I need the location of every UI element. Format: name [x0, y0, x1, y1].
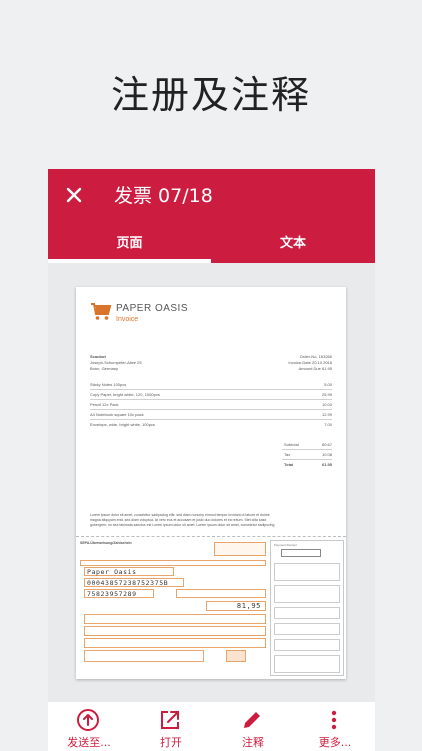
payer-name-field: [84, 638, 266, 648]
divider: [90, 419, 332, 420]
receipt-field: [274, 563, 340, 581]
divider: [282, 459, 332, 460]
total-label: Total: [284, 462, 294, 467]
document-title: 发票 07/18: [114, 185, 213, 207]
form-header-row: [80, 560, 266, 566]
reference-field: [84, 614, 266, 624]
reference-field-2: [84, 626, 266, 636]
open-external-icon: [161, 711, 179, 729]
more-vertical-icon: [331, 710, 337, 730]
item-name: Envelope, wide, bright white, 100pcs: [90, 422, 155, 427]
perforation-line: [76, 536, 346, 538]
close-button[interactable]: [62, 183, 86, 207]
iban-field: 00043857238752375B: [84, 578, 184, 587]
receipt-field: [274, 585, 340, 603]
send-to-label: 发送至...: [67, 736, 111, 749]
item-price: 12.99: [321, 412, 332, 417]
subtotal-value: 60.67: [321, 442, 332, 447]
receipt-field: [274, 607, 340, 619]
total-value: 61.95: [321, 462, 332, 467]
close-icon: [66, 187, 82, 203]
payer-iban-field: [84, 650, 204, 662]
tax-label: Tax: [284, 452, 291, 457]
more-label: 更多...: [318, 736, 352, 749]
form-marker: [226, 650, 246, 662]
item-price: 25.99: [321, 392, 332, 397]
customer-city: Bonn, Germany: [90, 366, 119, 371]
receipt-field: [274, 639, 340, 651]
tab-page[interactable]: 页面: [48, 232, 211, 251]
bottom-action-bar: 发送至... 打开 注释 更多...: [48, 702, 375, 751]
receipt-field: [274, 623, 340, 635]
item-name: Pencil 12x Pack: [90, 402, 119, 407]
share-arrow-icon: [77, 709, 99, 731]
form-title: SEPA-Überweisung/Zahlschein: [80, 541, 132, 545]
divider: [90, 399, 332, 400]
receipt-title: Payment Receipt: [274, 543, 297, 547]
receiver-name-field: Paper Oasis: [84, 567, 174, 576]
open-button[interactable]: 打开: [130, 702, 212, 751]
open-label: 打开: [160, 736, 182, 749]
receipt-box: [281, 549, 321, 557]
tab-indicator: [48, 259, 211, 263]
customer-street: Joseph-Schumpeter-Allee 25: [90, 360, 142, 365]
bic-extension-box: [176, 589, 266, 598]
payment-receipt: Payment Receipt: [270, 540, 344, 676]
app-bar: 发票 07/18 页面 文本: [48, 169, 375, 263]
tab-text[interactable]: 文本: [211, 232, 375, 251]
payment-form: SEPA-Überweisung/Zahlschein Paper Oasis …: [76, 534, 346, 679]
company-name: PAPER OASIS: [116, 303, 189, 314]
order-number: Order-No. 153269: [299, 354, 332, 359]
customer-name: Scanbot: [90, 354, 106, 359]
send-to-button[interactable]: 发送至...: [48, 702, 130, 751]
annotate-button[interactable]: 注释: [212, 702, 294, 751]
phone-screen: 发票 07/18 页面 文本 PAPER OASIS Invoice Scanb…: [48, 169, 375, 751]
receipt-field: [274, 655, 340, 673]
pencil-icon: [244, 712, 260, 728]
annotate-label: 注释: [242, 736, 264, 749]
invoice-date: Invoice-Date 20.10.2016: [288, 360, 332, 365]
item-name: Sticky Notes 100pcs: [90, 382, 127, 387]
item-price: 7.00: [324, 422, 332, 427]
divider: [90, 409, 332, 410]
document-preview[interactable]: PAPER OASIS Invoice Scanbot Joseph-Schum…: [76, 287, 346, 679]
amount-field: 81,95: [206, 601, 266, 611]
tax-value: 10.08: [321, 452, 332, 457]
form-notice-box: [214, 542, 266, 556]
shopping-cart-logo-icon: [91, 303, 112, 320]
item-price: 5.00: [324, 382, 332, 387]
footer-text: gubergren, no sea takimata sanctus est L…: [90, 523, 275, 527]
item-name: A4 Notebook square 10x pack: [90, 412, 144, 417]
document-type: Invoice: [116, 316, 139, 323]
divider: [282, 449, 332, 450]
item-name: Copy Paper, bright white, 120, 1000pcs: [90, 392, 160, 397]
amount-due: Amount Due 61.95: [298, 366, 332, 371]
subtotal-label: Subtotal: [284, 442, 299, 447]
headline: 注册及注释: [110, 73, 311, 117]
bic-field: 75823957289: [84, 589, 154, 598]
divider: [90, 389, 332, 390]
more-button[interactable]: 更多...: [294, 702, 376, 751]
item-price: 10.00: [321, 402, 332, 407]
